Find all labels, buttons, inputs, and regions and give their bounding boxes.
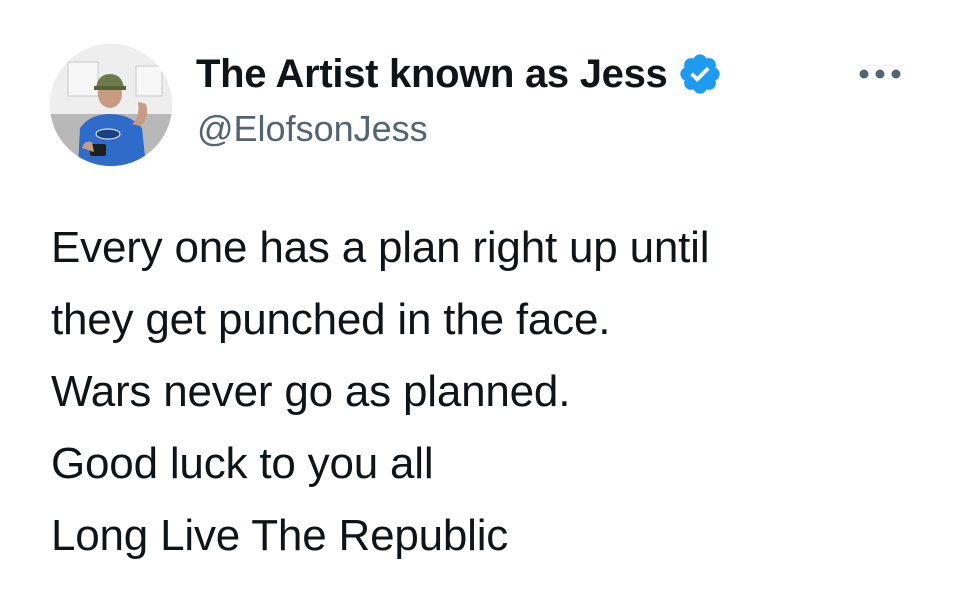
avatar[interactable] bbox=[50, 44, 172, 166]
tweet-line: they get punched in the face. bbox=[51, 295, 611, 344]
tweet-text: Every one has a plan right up until they… bbox=[51, 212, 931, 572]
tweet-line: Good luck to you all bbox=[51, 439, 434, 488]
more-options-icon bbox=[859, 69, 901, 79]
more-options-button[interactable] bbox=[852, 56, 908, 92]
verified-badge-icon[interactable] bbox=[677, 51, 723, 97]
tweet-card: The Artist known as Jess @ElofsonJess Ev… bbox=[0, 0, 960, 600]
tweet-line: Every one has a plan right up until bbox=[51, 223, 710, 272]
author-display-name[interactable]: The Artist known as Jess bbox=[196, 52, 668, 97]
author-name-row: The Artist known as Jess bbox=[196, 44, 723, 104]
tweet-line: Wars never go as planned. bbox=[51, 367, 571, 416]
author-handle[interactable]: @ElofsonJess bbox=[197, 108, 428, 150]
tweet-line: Long Live The Republic bbox=[51, 511, 509, 560]
profile-photo-icon bbox=[50, 44, 172, 166]
